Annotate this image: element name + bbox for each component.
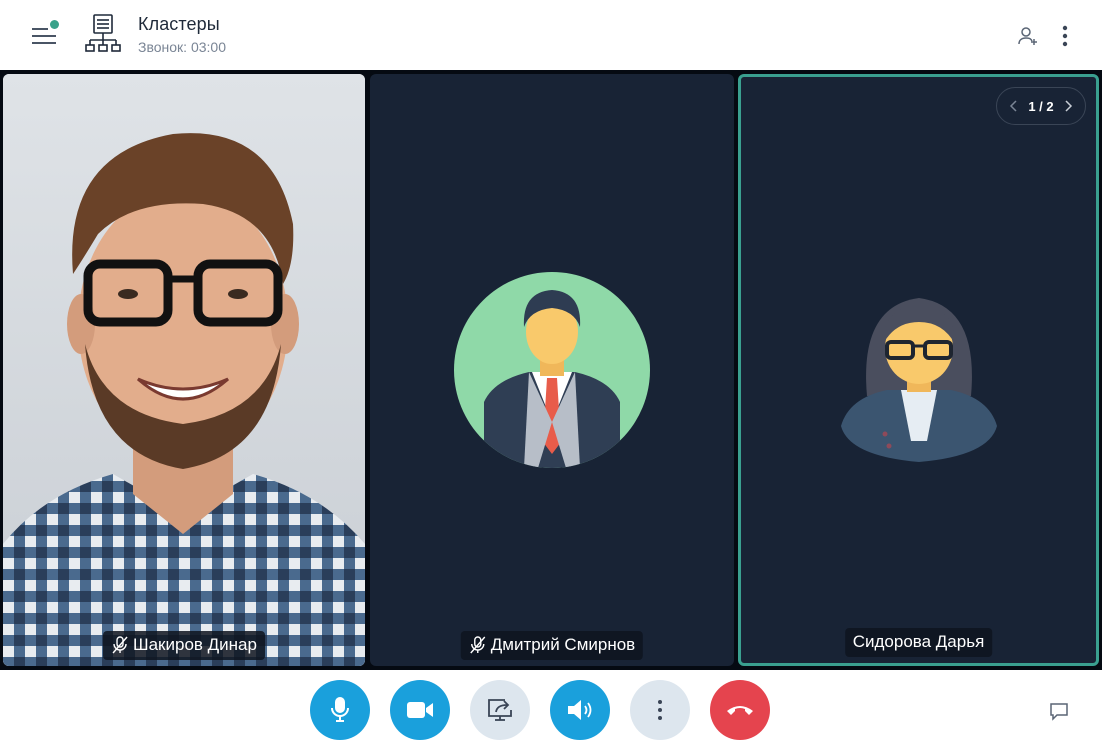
add-participant-button[interactable] [1016, 24, 1040, 48]
mic-off-icon [112, 636, 128, 654]
call-controls [0, 670, 1102, 750]
mic-off-icon [470, 636, 486, 654]
participant-tile-active[interactable]: 1 / 2 Сидорова Дарья [738, 74, 1099, 666]
participant-name: Шакиров Динар [133, 635, 257, 654]
speaker-icon [568, 700, 592, 720]
header: Кластеры Звонок: 03:00 [0, 0, 1102, 70]
menu-button[interactable] [30, 20, 64, 48]
cluster-chat-icon [84, 12, 122, 56]
hangup-icon [727, 706, 753, 715]
title-block: Кластеры Звонок: 03:00 [138, 14, 226, 55]
participant-name: Дмитрий Смирнов [490, 635, 636, 654]
participant-name-tag: Сидорова Дарья [844, 628, 993, 657]
header-more-button[interactable] [1054, 24, 1076, 48]
camera-icon [407, 702, 433, 718]
screen-share-button[interactable] [470, 680, 530, 740]
male-avatar-icon [454, 272, 650, 468]
participant-tile[interactable]: Дмитрий Смирнов [370, 74, 734, 666]
female-avatar-icon [840, 298, 997, 462]
microphone-icon [331, 697, 349, 722]
chevron-right-icon[interactable] [1061, 99, 1075, 113]
more-options-button[interactable] [630, 680, 690, 740]
camera-button[interactable] [390, 680, 450, 740]
hangup-button[interactable] [710, 680, 770, 740]
participant-name-tag: Шакиров Динар [103, 631, 265, 660]
participant-name-tag: Дмитрий Смирнов [460, 631, 644, 660]
screen-share-icon [488, 699, 512, 721]
participant-video-feed [3, 74, 365, 666]
notification-dot [50, 20, 59, 29]
chevron-left-icon[interactable] [1007, 99, 1021, 113]
microphone-button[interactable] [310, 680, 370, 740]
speaker-button[interactable] [550, 680, 610, 740]
page-title: Кластеры [138, 14, 220, 34]
page-indicator: 1 / 2 [1028, 98, 1054, 114]
more-vertical-icon [1062, 25, 1068, 47]
more-vertical-icon [658, 700, 662, 720]
pagination-control: 1 / 2 [996, 87, 1086, 125]
chat-bubble-icon [1050, 703, 1068, 721]
chat-button[interactable] [1048, 700, 1070, 722]
add-user-icon [1018, 27, 1037, 45]
participant-name: Сидорова Дарья [852, 632, 985, 651]
call-timer: Звонок: 03:00 [138, 39, 226, 55]
video-grid: Шакиров Динар Дмитрий Смирнов 1 / 2 Сидо… [0, 70, 1102, 670]
participant-tile-video[interactable]: Шакиров Динар [3, 74, 365, 666]
